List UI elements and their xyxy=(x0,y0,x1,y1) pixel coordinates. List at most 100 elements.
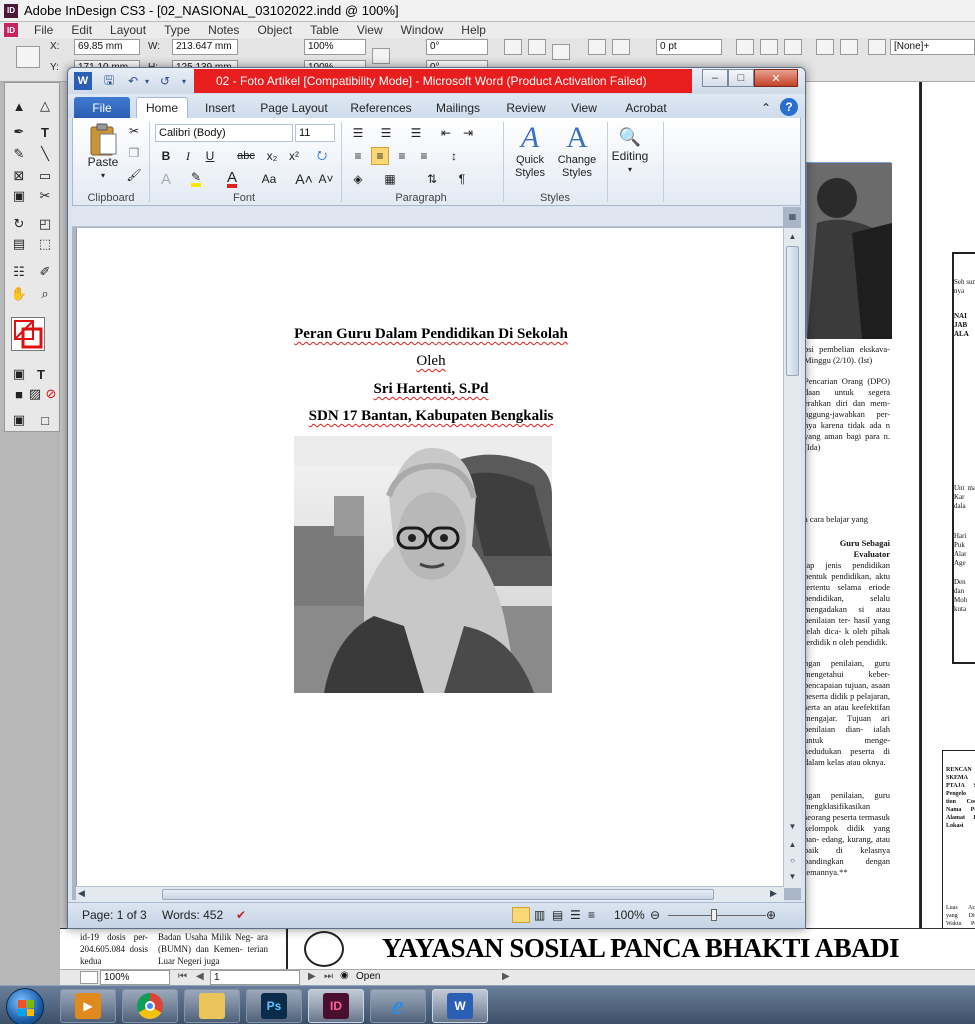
word-count[interactable]: Words: 452 xyxy=(162,908,223,922)
scale-x-field[interactable]: 100% xyxy=(304,39,366,55)
gradient-tool-icon[interactable]: ▤ xyxy=(9,235,29,253)
zoom-tool-icon[interactable]: ⌕ xyxy=(35,285,55,303)
show-formatting-icon[interactable]: ¶ xyxy=(453,170,471,188)
quick-styles-button[interactable]: A Quick Styles xyxy=(507,122,553,180)
menu-table[interactable]: Table xyxy=(310,23,339,37)
copy-icon[interactable]: ❐ xyxy=(125,144,143,162)
formatting-container-icon[interactable]: ▣ xyxy=(9,365,29,383)
bold-button[interactable]: B xyxy=(157,147,175,165)
font-size-dropdown[interactable]: 11 xyxy=(295,124,335,142)
menu-edit[interactable]: Edit xyxy=(71,23,92,37)
align-left-icon[interactable] xyxy=(816,39,834,55)
preview-view-icon[interactable]: □ xyxy=(35,411,55,429)
constrain-proportions-icon[interactable] xyxy=(372,48,390,64)
tab-view[interactable]: View xyxy=(562,97,606,118)
align-center-icon[interactable] xyxy=(840,39,858,55)
formatting-text-icon[interactable]: T xyxy=(31,365,51,383)
zoom-level[interactable]: 100% xyxy=(614,908,645,922)
increase-indent-icon[interactable]: ⇥ xyxy=(459,124,477,142)
italic-button[interactable]: I xyxy=(179,147,197,165)
superscript-button[interactable]: x² xyxy=(285,147,303,165)
reference-point-icon[interactable] xyxy=(16,46,40,68)
print-layout-view-icon[interactable] xyxy=(512,907,530,923)
scroll-down-icon[interactable]: ▼ xyxy=(786,820,799,833)
vertical-scroll-thumb[interactable] xyxy=(786,246,799,376)
pen-tool-icon[interactable]: ✒ xyxy=(9,123,29,141)
text-effects-icon[interactable]: A xyxy=(157,170,175,188)
align-left-button[interactable]: ≡ xyxy=(349,147,367,165)
document-page[interactable]: Peran Guru Dalam Pendidikan Di Sekolah O… xyxy=(76,228,784,888)
indesign-app-icon[interactable]: ID xyxy=(4,23,18,37)
scroll-up-icon[interactable]: ▲ xyxy=(786,230,799,243)
align-right-button[interactable]: ≡ xyxy=(393,147,411,165)
fit-content-icon[interactable] xyxy=(736,39,754,55)
author-photo[interactable] xyxy=(294,436,552,693)
zoom-out-icon[interactable]: ⊖ xyxy=(650,908,660,922)
select-browse-object-icon[interactable]: ○ xyxy=(786,854,799,867)
last-page-icon[interactable]: ⏭ xyxy=(324,971,333,982)
zoom-slider[interactable] xyxy=(668,915,766,916)
shading-icon[interactable]: ◈ xyxy=(349,170,367,188)
vertical-scrollbar[interactable]: ▦ ▲ ▼ ▲ ○ ▼ xyxy=(783,212,801,888)
draft-view-icon[interactable]: ≡ xyxy=(588,908,595,922)
tab-references[interactable]: References xyxy=(344,97,418,118)
scissors-tool-icon[interactable]: ✂ xyxy=(35,187,55,205)
pencil-tool-icon[interactable]: ✎ xyxy=(9,145,29,163)
preflight-icon[interactable]: ◉ xyxy=(340,970,349,981)
taskbar-word[interactable]: W xyxy=(432,989,488,1023)
align-center-button[interactable]: ≡ xyxy=(371,147,389,165)
proofing-icon[interactable]: ✔ xyxy=(236,908,246,922)
note-tool-icon[interactable]: ☷ xyxy=(9,263,29,281)
format-painter-icon[interactable]: 🖌 xyxy=(125,166,143,184)
normal-view-icon[interactable]: ▣ xyxy=(9,411,29,429)
font-name-dropdown[interactable]: Calibri (Body) xyxy=(155,124,293,142)
editing-button[interactable]: 🔍 Editing ▾ xyxy=(603,124,657,176)
menu-help[interactable]: Help xyxy=(461,23,486,37)
tab-mailings[interactable]: Mailings xyxy=(428,97,488,118)
multilevel-list-icon[interactable]: ☰ xyxy=(407,124,425,142)
change-styles-button[interactable]: A Change Styles xyxy=(551,122,603,180)
fx-icon[interactable] xyxy=(784,39,802,55)
grow-font-icon[interactable]: A˄ xyxy=(295,170,313,188)
horizontal-scroll-thumb[interactable] xyxy=(162,889,714,900)
strikethrough-button[interactable]: abc xyxy=(235,147,257,165)
flip-vertical-icon[interactable] xyxy=(612,39,630,55)
start-button[interactable] xyxy=(6,988,44,1024)
rotate-ccw-icon[interactable] xyxy=(528,39,546,55)
tab-insert[interactable]: Insert xyxy=(194,97,246,118)
menu-view[interactable]: View xyxy=(357,23,383,37)
change-case-icon[interactable]: Aa xyxy=(257,170,281,188)
highlight-color-icon[interactable]: ✎ xyxy=(187,170,205,188)
tab-page-layout[interactable]: Page Layout xyxy=(254,97,334,118)
web-layout-icon[interactable]: ▤ xyxy=(552,908,563,922)
text-frame-icon[interactable] xyxy=(552,44,570,60)
undo-icon[interactable]: ↶ xyxy=(124,72,142,90)
scale-tool-icon[interactable]: ◰ xyxy=(35,215,55,233)
menu-layout[interactable]: Layout xyxy=(110,23,146,37)
hand-tool-icon[interactable]: ✋ xyxy=(9,285,29,303)
next-page-icon[interactable]: ▶ xyxy=(308,971,316,982)
taskbar-explorer[interactable] xyxy=(184,989,240,1023)
word-app-icon[interactable]: W xyxy=(74,72,92,90)
apply-none-icon[interactable]: ⊘ xyxy=(41,385,61,403)
customize-qat-icon[interactable]: ▾ xyxy=(178,72,190,90)
scroll-left-icon[interactable]: ◀ xyxy=(78,888,85,899)
maximize-button[interactable]: □ xyxy=(728,69,754,87)
save-icon[interactable]: 🖫 xyxy=(100,72,118,90)
taskbar-internet-explorer[interactable]: e xyxy=(370,989,426,1023)
full-screen-reading-icon[interactable]: ▥ xyxy=(534,908,545,922)
paste-button[interactable]: Paste ▾ xyxy=(83,122,123,182)
tab-review[interactable]: Review xyxy=(498,97,554,118)
page-count[interactable]: Page: 1 of 3 xyxy=(82,908,147,922)
eyedropper-tool-icon[interactable]: ✐ xyxy=(35,263,55,281)
first-page-icon[interactable]: ⏮ xyxy=(178,971,187,982)
justify-button[interactable]: ≡ xyxy=(415,147,433,165)
horizontal-scrollbar[interactable]: ◀ ▶ xyxy=(76,886,784,902)
selection-tool-icon[interactable]: ▲ xyxy=(9,97,29,115)
free-transform-tool-icon[interactable]: ⬚ xyxy=(35,235,55,253)
cut-icon[interactable]: ✂ xyxy=(125,122,143,140)
zoom-slider-thumb[interactable] xyxy=(711,909,717,921)
shrink-font-icon[interactable]: A˅ xyxy=(317,170,335,188)
taskbar-media-player[interactable]: ▶ xyxy=(60,989,116,1023)
zoom-in-icon[interactable]: ⊕ xyxy=(766,908,776,922)
